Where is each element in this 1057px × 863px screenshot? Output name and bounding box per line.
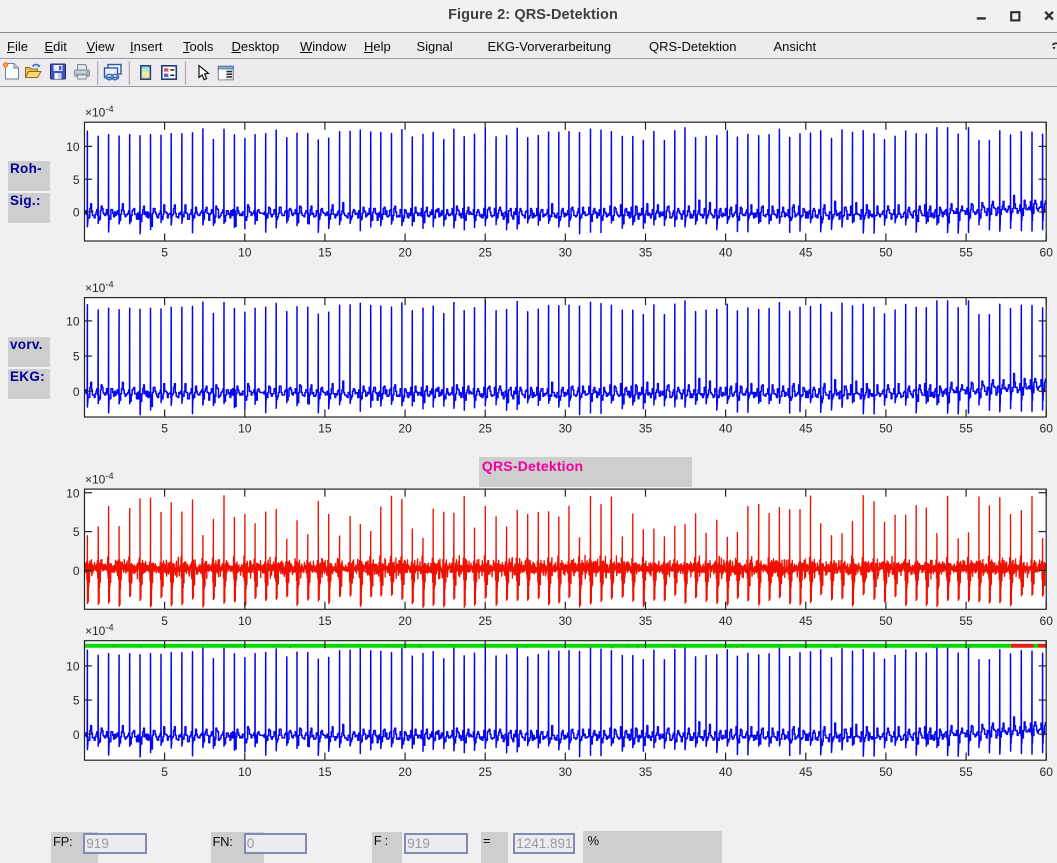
svg-text:0: 0 (73, 385, 80, 399)
svg-text:0: 0 (73, 728, 80, 742)
svg-text:55: 55 (959, 422, 973, 436)
svg-text:20: 20 (398, 246, 412, 260)
svg-text:35: 35 (639, 614, 653, 628)
svg-text:5: 5 (73, 525, 80, 539)
svg-text:25: 25 (479, 422, 493, 436)
svg-text:×10: ×10 (85, 473, 106, 487)
svg-text:45: 45 (799, 765, 813, 779)
svg-text:-4: -4 (106, 279, 114, 289)
svg-text:50: 50 (879, 765, 893, 779)
svg-text:20: 20 (398, 765, 412, 779)
svg-text:60: 60 (1040, 765, 1054, 779)
svg-text:0: 0 (73, 206, 80, 220)
svg-text:15: 15 (318, 765, 332, 779)
svg-text:40: 40 (719, 246, 733, 260)
svg-text:35: 35 (639, 422, 653, 436)
svg-text:10: 10 (238, 422, 252, 436)
svg-text:55: 55 (959, 614, 973, 628)
svg-text:20: 20 (398, 614, 412, 628)
svg-text:15: 15 (318, 614, 332, 628)
svg-text:55: 55 (959, 765, 973, 779)
svg-text:5: 5 (161, 422, 168, 436)
svg-text:10: 10 (238, 765, 252, 779)
svg-text:10: 10 (66, 315, 80, 329)
svg-text:5: 5 (161, 765, 168, 779)
svg-text:35: 35 (639, 246, 653, 260)
svg-text:30: 30 (559, 614, 573, 628)
svg-text:30: 30 (559, 422, 573, 436)
svg-text:5: 5 (73, 350, 80, 364)
svg-text:60: 60 (1040, 422, 1054, 436)
svg-text:45: 45 (799, 614, 813, 628)
svg-text:-4: -4 (106, 622, 114, 632)
svg-text:15: 15 (318, 422, 332, 436)
svg-text:5: 5 (73, 694, 80, 708)
svg-text:40: 40 (719, 422, 733, 436)
svg-text:50: 50 (879, 422, 893, 436)
svg-text:60: 60 (1040, 614, 1054, 628)
svg-text:0: 0 (73, 564, 80, 578)
svg-text:30: 30 (559, 765, 573, 779)
svg-text:25: 25 (479, 765, 493, 779)
svg-text:25: 25 (479, 614, 493, 628)
svg-text:10: 10 (66, 486, 80, 500)
svg-text:55: 55 (959, 246, 973, 260)
svg-text:20: 20 (398, 422, 412, 436)
svg-text:10: 10 (66, 660, 80, 674)
svg-text:×10: ×10 (85, 281, 106, 295)
svg-text:45: 45 (799, 422, 813, 436)
svg-text:5: 5 (161, 614, 168, 628)
svg-text:×10: ×10 (85, 106, 106, 120)
svg-text:5: 5 (161, 246, 168, 260)
svg-text:15: 15 (318, 246, 332, 260)
svg-text:-4: -4 (106, 104, 114, 114)
svg-text:25: 25 (479, 246, 493, 260)
svg-text:45: 45 (799, 246, 813, 260)
svg-text:60: 60 (1040, 246, 1054, 260)
svg-text:10: 10 (238, 246, 252, 260)
svg-text:10: 10 (238, 614, 252, 628)
svg-text:50: 50 (879, 246, 893, 260)
svg-text:50: 50 (879, 614, 893, 628)
svg-text:35: 35 (639, 765, 653, 779)
svg-text:-4: -4 (106, 471, 114, 481)
svg-text:30: 30 (559, 246, 573, 260)
svg-text:×10: ×10 (85, 624, 106, 638)
svg-text:10: 10 (66, 140, 80, 154)
svg-text:40: 40 (719, 614, 733, 628)
svg-text:5: 5 (73, 173, 80, 187)
svg-text:40: 40 (719, 765, 733, 779)
